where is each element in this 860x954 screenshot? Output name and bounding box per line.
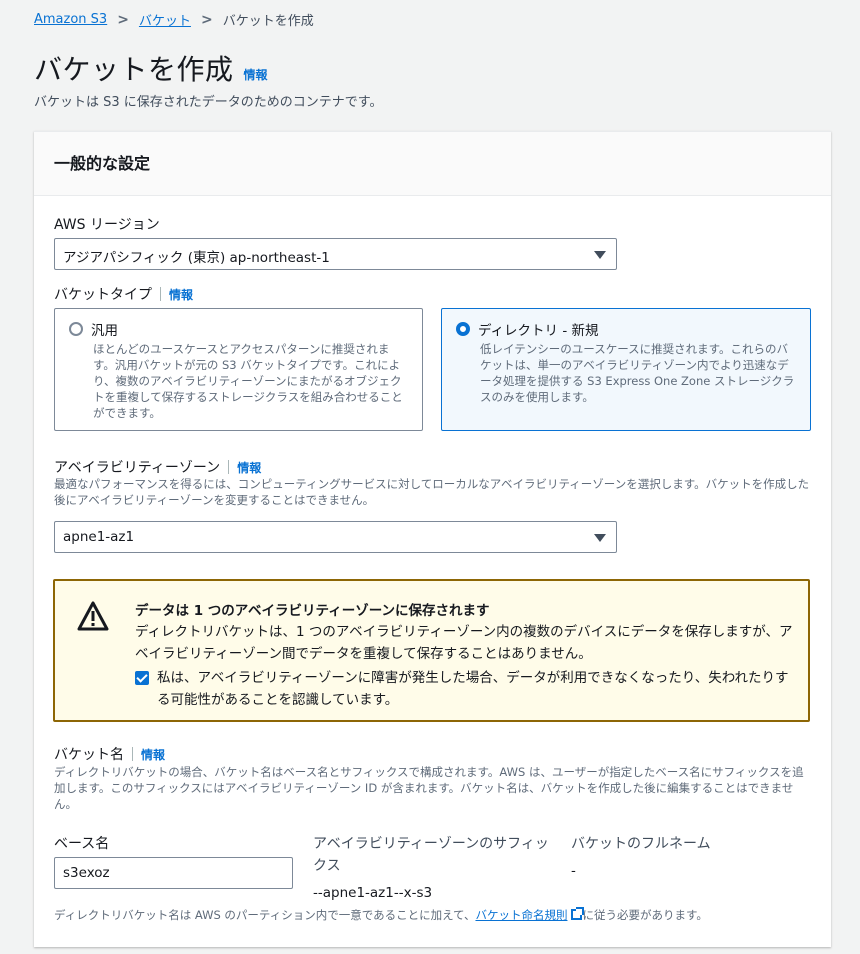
- acknowledge-checkbox[interactable]: [135, 671, 149, 685]
- page-description: バケットは S3 に保存されたデータのためのコンテナです。: [34, 95, 383, 110]
- external-link-icon: [571, 907, 585, 920]
- az-description: 最適なパフォーマンスを得るには、コンピューティングサービスに対してローカルなアベ…: [54, 477, 810, 507]
- bucket-name-description: ディレクトリバケットの場合、バケット名はベース名とサフィックスで構成されます。A…: [54, 765, 804, 811]
- naming-note-prefix: ディレクトリバケット名は AWS のパーティション内で一意であることに加えて、: [54, 908, 476, 922]
- divider: [228, 460, 230, 474]
- breadcrumb-amazon-s3-link[interactable]: Amazon S3: [34, 12, 107, 27]
- full-name-value: -: [571, 863, 576, 879]
- acknowledge-row[interactable]: 私は、アベイラビリティーゾーンに障害が発生した場合、データが利用できなくなったり…: [135, 667, 797, 711]
- naming-note-suffix: に従う必要があります。: [582, 908, 708, 922]
- bucket-type-directory-tile[interactable]: ディレクトリ - 新規 低レイテンシーのユースケースに推奨されます。これらのバケ…: [441, 308, 811, 431]
- caret-down-icon: [594, 534, 606, 542]
- breadcrumb: Amazon S3 > バケット > バケットを作成: [34, 10, 314, 30]
- warning-alert: データは 1 つのアベイラビリティーゾーンに保存されます ディレクトリバケットは…: [53, 579, 810, 722]
- region-select-value: アジアパシフィック (東京) ap-northeast-1: [63, 250, 330, 266]
- panel-header: 一般的な設定: [34, 132, 831, 196]
- region-select[interactable]: アジアパシフィック (東京) ap-northeast-1: [54, 238, 617, 270]
- bucket-type-info-link[interactable]: 情報: [169, 286, 193, 303]
- tile-description: ほとんどのユースケースとアクセスパターンに推奨されます。汎用バケットが元の S3…: [93, 342, 403, 420]
- radio-general-purpose[interactable]: [69, 322, 83, 336]
- breadcrumb-current: バケットを作成: [222, 14, 314, 29]
- az-label: アベイラビリティーゾーン: [54, 460, 221, 476]
- tile-title: 汎用: [91, 323, 118, 339]
- az-info-link[interactable]: 情報: [237, 459, 261, 476]
- chevron-right-icon: >: [117, 11, 129, 28]
- bucket-type-label: バケットタイプ: [54, 287, 152, 303]
- bucket-type-label-row: バケットタイプ 情報: [54, 284, 193, 304]
- alert-title: データは 1 つのアベイラビリティーゾーンに保存されます: [135, 603, 490, 619]
- base-name-input[interactable]: s3exoz: [54, 857, 293, 889]
- warning-icon: [77, 601, 109, 631]
- az-select[interactable]: apne1-az1: [54, 521, 617, 553]
- chevron-right-icon: >: [200, 11, 213, 28]
- general-settings-panel: 一般的な設定 AWS リージョン アジアパシフィック (東京) ap-north…: [34, 131, 831, 947]
- tile-description: 低レイテンシーのユースケースに推奨されます。これらのバケットは、単一のアベイラビ…: [480, 342, 795, 404]
- base-name-label: ベース名: [54, 836, 110, 852]
- radio-directory[interactable]: [456, 322, 470, 336]
- region-label: AWS リージョン: [54, 217, 160, 233]
- suffix-label: アベイラビリティーゾーンのサフィックス: [313, 836, 549, 874]
- naming-rules-note: ディレクトリバケット名は AWS のパーティション内で一意であることに加えて、バ…: [54, 907, 814, 923]
- panel-title: 一般的な設定: [54, 154, 151, 173]
- page-title: バケットを作成: [34, 53, 234, 86]
- divider: [132, 747, 133, 761]
- az-select-value: apne1-az1: [63, 529, 135, 545]
- bucket-name-label-row: バケット名 情報: [54, 744, 165, 764]
- az-label-row: アベイラビリティーゾーン 情報: [54, 457, 261, 477]
- bucket-name-info-link[interactable]: 情報: [141, 746, 165, 763]
- alert-body: ディレクトリバケットは、1 つのアベイラビリティーゾーン内の複数のデバイスにデー…: [135, 624, 793, 662]
- bucket-type-general-purpose-tile[interactable]: 汎用 ほとんどのユースケースとアクセスパターンに推奨されます。汎用バケットが元の…: [54, 308, 423, 431]
- bucket-name-label: バケット名: [54, 747, 124, 763]
- page-info-link[interactable]: 情報: [244, 66, 268, 83]
- naming-rules-link-text: バケット命名規則: [475, 908, 568, 922]
- page-header: バケットを作成 情報: [34, 48, 268, 88]
- breadcrumb-buckets-link[interactable]: バケット: [139, 10, 191, 29]
- suffix-value: --apne1-az1--x-s3: [313, 885, 433, 901]
- acknowledge-label: 私は、アベイラビリティーゾーンに障害が発生した場合、データが利用できなくなったり…: [157, 670, 789, 708]
- full-name-label: バケットのフルネーム: [571, 836, 711, 852]
- tile-title: ディレクトリ - 新規: [478, 323, 599, 339]
- caret-down-icon: [594, 251, 606, 259]
- naming-rules-link[interactable]: バケット命名規則: [475, 907, 585, 922]
- base-name-value: s3exoz: [63, 865, 110, 881]
- divider: [160, 287, 161, 301]
